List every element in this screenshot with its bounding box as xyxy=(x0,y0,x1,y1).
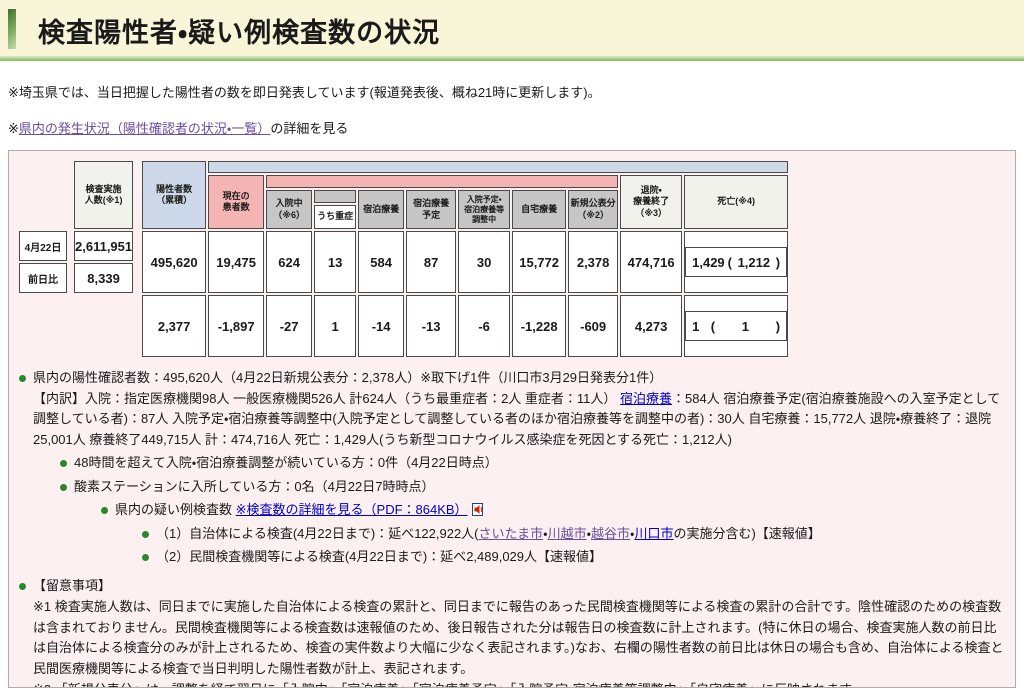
list-item-positive-count: 県内の陽性確認者数：495,620人（4月22日新規公表分：2,378人）※取下… xyxy=(17,368,1005,568)
diff-hotel: -14 xyxy=(358,295,405,357)
municipal-post: の実施分含む)【速報値】 xyxy=(673,525,821,541)
row-label-diff: 前日比 xyxy=(19,263,67,293)
diff-hospitalized: -27 xyxy=(266,295,313,357)
blue-band xyxy=(208,161,789,173)
positive-count-line: 県内の陽性確認者数：495,620人（4月22日新規公表分：2,378人）※取下… xyxy=(33,370,663,385)
list-item-suspected-tests: 県内の疑い例検査数 ※検査数の詳細を見る（PDF：864KB） （1）自治体によ… xyxy=(99,500,1005,568)
prefecture-status-link[interactable]: 県内の発生状況（陽性確認者の状況・一覧） xyxy=(19,121,270,136)
suspected-tests-label: 県内の疑い例検査数 xyxy=(115,502,236,518)
deaths-diff-covid-cause: 1 xyxy=(741,318,750,334)
header-hospitalized: 入院中 （※6） xyxy=(266,190,313,229)
title-accent-bar xyxy=(8,9,16,49)
cell-home: 15,772 xyxy=(512,231,567,293)
diff-deaths: 1 (1) xyxy=(684,295,789,357)
kawaguchi-city-link[interactable]: 川口市 xyxy=(634,526,673,541)
deaths-diff-total: 1 xyxy=(692,318,700,334)
cell-current: 19,475 xyxy=(208,231,265,293)
header-severe: うち重症 xyxy=(314,205,357,229)
update-note: ※埼玉県では、当日把握した陽性者の数を即日発表しています(報道発表後、概ね21時… xyxy=(8,85,601,100)
page-header: 検査陽性者・疑い例検査数の状況 xyxy=(0,0,1024,56)
page-title: 検査陽性者・疑い例検査数の状況 xyxy=(38,18,441,48)
header-current-patients: 現在の 患者数 xyxy=(208,175,265,229)
diff-positive-cum: 2,377 xyxy=(142,295,207,357)
breakdown-pre: 【内訳】入院：指定医療機関98人 一般医療機関526人 計624人（うち最重症者… xyxy=(33,390,621,406)
bullet-icon xyxy=(142,530,149,538)
cell-deaths: 1,429(1,212) xyxy=(684,231,789,293)
paren-close: ) xyxy=(775,318,781,334)
header-home: 自宅療養 xyxy=(512,190,567,229)
list-item-remarks: 【留意事項】 ※1 検査実施人数は、同日までに実施した自治体による検査の累計と、… xyxy=(17,576,1005,687)
adjust-over-48h-text: 48時間を超えて入院・宿泊療養調整が続いている方：0件（4月22日時点） xyxy=(74,455,498,471)
list-item-municipal-tests: （1）自治体による検査(4月22日まで)：延べ122,922人(さいたま市・川越… xyxy=(140,524,1005,545)
remark-2: ※2 「新規公表分」は、調整を経て翌日に「入院中」「宿泊療養」「宿泊療養予定」「… xyxy=(33,680,1005,687)
bullet-icon xyxy=(142,554,149,562)
bullet-icon xyxy=(101,507,108,515)
cell-hospitalized: 624 xyxy=(266,231,313,293)
header-hotel: 宿泊療養 xyxy=(358,190,405,229)
header-new-announced: 新規公表分 （※2） xyxy=(568,190,619,229)
header-positive-cum: 陽性者数 （累積） xyxy=(142,161,207,229)
data-panel: 4月22日 前日比 検査実施 人数(※1) 2,611,951 8,339 陽性… xyxy=(8,150,1016,688)
municipal-pre: （1）自治体による検査(4月22日まで)：延べ122,922人( xyxy=(156,525,479,541)
oxygen-station-text: 酸素ステーションに入所している方：0名（4月22日7時時点） xyxy=(74,478,435,494)
diff-discharged: 4,273 xyxy=(620,295,683,357)
detail-list: 県内の陽性確認者数：495,620人（4月22日新規公表分：2,378人）※取下… xyxy=(17,368,1005,687)
tested-count-table: 検査実施 人数(※1) 2,611,951 8,339 xyxy=(72,159,135,295)
detail-note-prefix: ※ xyxy=(8,121,19,136)
bullet-icon xyxy=(19,582,26,590)
detail-note-suffix: の詳細を見る xyxy=(270,121,349,136)
koshigaya-city-link[interactable]: 越谷市 xyxy=(591,526,630,541)
list-item-48h: 48時間を超えて入院・宿泊療養調整が続いている方：0件（4月22日時点） xyxy=(58,453,1005,474)
hotel-care-link[interactable]: 宿泊療養 xyxy=(620,391,672,406)
pink-band xyxy=(266,175,619,188)
cell-hotel: 584 xyxy=(358,231,405,293)
tested-header-cell: 検査実施 人数(※1) xyxy=(74,161,134,229)
positive-cases-table: 陽性者数 （累積） 現在の 患者数 退院・ 療養終了 （※3） 死亡(※4) 入… xyxy=(140,159,790,359)
diff-hotel-planned: -13 xyxy=(406,295,457,357)
saitama-city-link[interactable]: さいたま市 xyxy=(479,526,544,541)
header-discharged: 退院・ 療養終了 （※3） xyxy=(620,175,683,229)
row-label-date: 4月22日 xyxy=(19,231,67,261)
cell-adjusting: 30 xyxy=(458,231,511,293)
breakdown-line: 【内訳】入院：指定医療機関98人 一般医療機関526人 計624人（うち最重症者… xyxy=(33,389,1005,451)
remarks-block: ※1 検査実施人数は、同日までに実施した自治体による検査の累計と、同日までに報告… xyxy=(33,597,1005,687)
cell-hotel-planned: 87 xyxy=(406,231,457,293)
audio-readout-icon[interactable] xyxy=(471,503,486,517)
remarks-title: 【留意事項】 xyxy=(33,577,112,593)
list-item-oxygen-station: 酸素ステーションに入所している方：0名（4月22日7時時点） 県内の疑い例検査数… xyxy=(58,477,1005,568)
deaths-covid-cause: 1,212 xyxy=(737,254,771,270)
row-label-table: 4月22日 前日比 xyxy=(17,159,69,295)
summary-tables: 4月22日 前日比 検査実施 人数(※1) 2,611,951 8,339 陽性… xyxy=(17,159,1005,359)
header-hotel-planned: 宿泊療養 予定 xyxy=(406,190,457,229)
bullet-icon xyxy=(60,483,67,491)
blank-corner-cell xyxy=(19,161,67,229)
header-divider xyxy=(0,56,1024,61)
gray-spacer xyxy=(314,190,357,203)
detail-note: ※県内の発生状況（陽性確認者の状況・一覧）の詳細を見る xyxy=(8,118,1024,137)
kawagoe-city-link[interactable]: 川越市 xyxy=(548,526,587,541)
diff-adjusting: -6 xyxy=(458,295,511,357)
cell-severe: 13 xyxy=(314,231,357,293)
list-item-private-tests: （2）民間検査機関等による検査(4月22日まで)：延べ2,489,029人【速報… xyxy=(140,547,1005,568)
bullet-icon xyxy=(19,375,26,382)
cell-discharged: 474,716 xyxy=(620,231,683,293)
header-adjusting: 入院予定・ 宿泊療養等 調整中 xyxy=(458,190,511,229)
diff-new-announced: -609 xyxy=(568,295,619,357)
tested-diff-cell: 8,339 xyxy=(74,263,134,293)
test-detail-pdf-link[interactable]: ※検査数の詳細を見る（PDF：864KB） xyxy=(236,502,468,517)
diff-current: -1,897 xyxy=(208,295,265,357)
diff-home: -1,228 xyxy=(512,295,567,357)
deaths-total: 1,429 xyxy=(692,254,725,270)
paren-open: ( xyxy=(727,254,732,270)
tested-value-cell: 2,611,951 xyxy=(74,231,134,261)
paren-open: ( xyxy=(710,318,716,334)
paren-close: ) xyxy=(775,254,781,270)
cell-positive-cum: 495,620 xyxy=(142,231,207,293)
bullet-icon xyxy=(60,460,67,468)
header-deaths: 死亡(※4) xyxy=(684,175,789,229)
remark-1: ※1 検査実施人数は、同日までに実施した自治体による検査の累計と、同日までに報告… xyxy=(33,599,1004,676)
diff-severe: 1 xyxy=(314,295,357,357)
cell-new-announced: 2,378 xyxy=(568,231,619,293)
private-tests-text: （2）民間検査機関等による検査(4月22日まで)：延べ2,489,029人【速報… xyxy=(156,549,603,565)
